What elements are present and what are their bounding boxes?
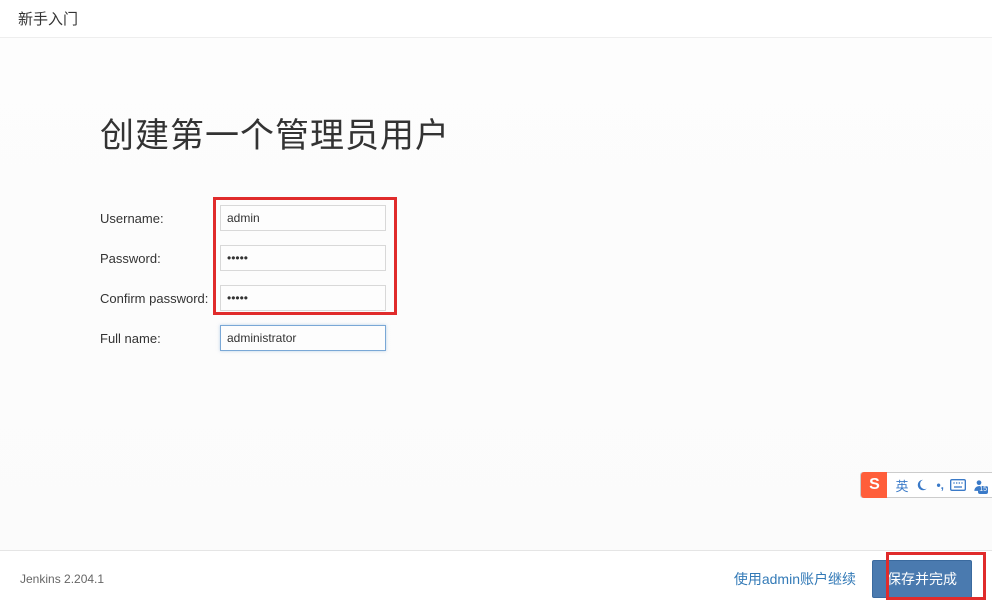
skip-admin-link[interactable]: 使用admin账户继续 (734, 569, 856, 589)
full-name-input[interactable] (220, 325, 386, 351)
header-bar: 新手入门 (0, 0, 992, 38)
ime-language-indicator[interactable]: 英 (893, 476, 910, 495)
ime-moon-icon[interactable] (916, 478, 930, 492)
password-label: Password: (100, 251, 220, 266)
ime-toolbar: S 英 •, 15 (860, 472, 992, 498)
jenkins-version: Jenkins 2.204.1 (20, 572, 104, 586)
username-input[interactable] (220, 205, 386, 231)
password-row: Password: (100, 245, 892, 271)
save-and-finish-button[interactable]: 保存并完成 (872, 560, 972, 598)
full-name-row: Full name: (100, 325, 892, 351)
username-label: Username: (100, 211, 220, 226)
page-heading: 创建第一个管理员用户 (100, 108, 892, 157)
ime-punctuation-icon[interactable]: •, (936, 478, 944, 492)
ime-person-icon[interactable]: 15 (972, 478, 986, 492)
header-title: 新手入门 (18, 11, 78, 28)
password-input[interactable] (220, 245, 386, 271)
footer-bar: Jenkins 2.204.1 使用admin账户继续 保存并完成 (0, 550, 992, 606)
ime-keyboard-icon[interactable] (950, 478, 966, 492)
admin-form: Username: Password: Confirm password: Fu… (100, 205, 892, 351)
full-name-label: Full name: (100, 331, 220, 346)
ime-sogou-icon[interactable]: S (861, 472, 887, 498)
confirm-password-label: Confirm password: (100, 291, 220, 306)
ime-badge: 15 (978, 486, 988, 494)
confirm-password-input[interactable] (220, 285, 386, 311)
main-content: 创建第一个管理员用户 Username: Password: Confirm p… (0, 38, 992, 554)
footer-actions: 使用admin账户继续 保存并完成 (734, 560, 972, 598)
confirm-password-row: Confirm password: (100, 285, 892, 311)
username-row: Username: (100, 205, 892, 231)
